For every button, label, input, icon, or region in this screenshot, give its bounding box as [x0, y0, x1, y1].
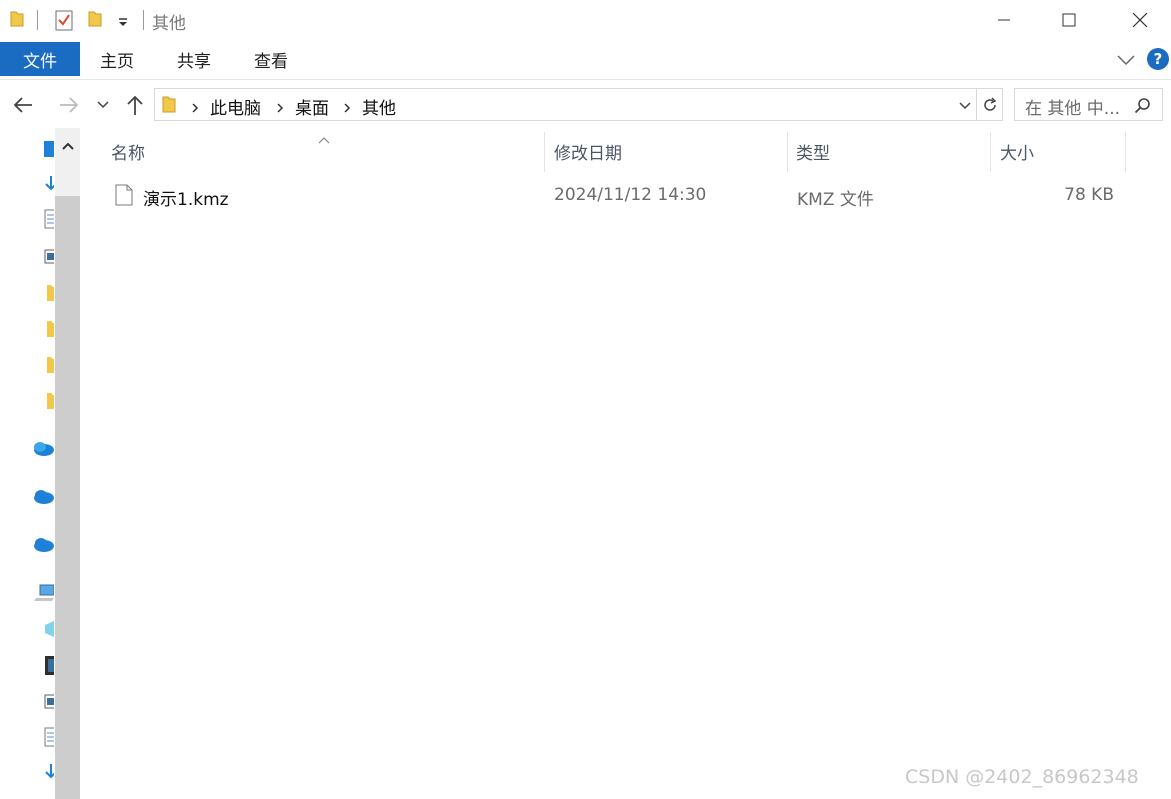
new-folder-icon[interactable] [88, 10, 102, 28]
column-header-size[interactable]: 大小 [1000, 128, 1034, 174]
file-row[interactable]: 演示1.kmz 2024/11/12 14:30 KMZ 文件 78 KB [105, 176, 1125, 216]
documents-icon[interactable] [40, 208, 54, 230]
column-header-name[interactable]: 名称 [111, 128, 145, 174]
pictures-icon[interactable] [40, 691, 54, 713]
breadcrumb-this-pc[interactable]: 此电脑 [210, 94, 261, 119]
expand-ribbon-chevron-icon[interactable] [1116, 52, 1136, 68]
breadcrumb-desktop[interactable]: 桌面 [295, 94, 329, 119]
refresh-button[interactable] [977, 88, 1003, 121]
scroll-up-chevron-icon[interactable] [60, 138, 76, 152]
title-bar: 其他 [0, 0, 1171, 40]
breadcrumb-chevron-icon[interactable] [190, 99, 200, 113]
folder-icon[interactable] [40, 282, 54, 304]
pictures-icon[interactable] [40, 246, 54, 268]
file-modified: 2024/11/12 14:30 [554, 185, 707, 205]
downloads-icon[interactable] [40, 761, 54, 783]
tab-file[interactable]: 文件 [0, 42, 80, 76]
search-placeholder: 在 其他 中... [1025, 99, 1121, 119]
watermark: CSDN @2402_86962348 [905, 766, 1139, 788]
videos-icon[interactable] [40, 654, 54, 676]
recent-locations-chevron-icon[interactable] [95, 97, 111, 113]
breadcrumb-other[interactable]: 其他 [362, 94, 396, 119]
this-pc-icon[interactable] [34, 581, 54, 603]
close-button[interactable] [1117, 0, 1163, 40]
navigation-pane [0, 128, 80, 799]
quick-access-dropdown-icon[interactable] [116, 14, 130, 28]
file-icon [115, 184, 133, 206]
refresh-icon [983, 96, 996, 111]
onedrive-icon[interactable] [32, 534, 54, 556]
forward-arrow-icon[interactable] [58, 94, 80, 116]
onedrive-icon[interactable] [32, 438, 54, 460]
back-arrow-icon[interactable] [12, 94, 34, 116]
help-icon[interactable]: ? [1147, 48, 1169, 70]
column-header-type[interactable]: 类型 [796, 128, 830, 174]
navigation-bar: 此电脑 桌面 其他 在 其他 中... [0, 80, 1171, 128]
up-arrow-icon[interactable] [124, 94, 146, 116]
properties-icon[interactable] [55, 9, 73, 31]
column-divider[interactable] [544, 132, 545, 172]
breadcrumb-chevron-icon[interactable] [275, 99, 285, 113]
maximize-button[interactable] [1046, 0, 1092, 40]
tab-home[interactable]: 主页 [100, 42, 134, 76]
documents-icon[interactable] [40, 726, 54, 748]
onedrive-icon[interactable] [32, 486, 54, 508]
column-header-modified[interactable]: 修改日期 [554, 128, 622, 174]
file-name: 演示1.kmz [143, 190, 229, 210]
3d-objects-icon[interactable] [40, 618, 54, 640]
folder-icon[interactable] [40, 318, 54, 340]
tab-share[interactable]: 共享 [177, 42, 211, 76]
ribbon: 文件 主页 共享 查看 [0, 40, 1171, 80]
address-dropdown-chevron-icon[interactable] [958, 98, 972, 112]
separator [143, 10, 144, 30]
window-title: 其他 [152, 14, 186, 34]
folder-icon [162, 95, 176, 114]
breadcrumb-chevron-icon[interactable] [342, 99, 352, 113]
address-bar[interactable]: 此电脑 桌面 其他 [154, 88, 977, 121]
folder-icon[interactable] [40, 354, 54, 376]
file-list: 名称 修改日期 类型 大小 演示1.kmz 2024/11/12 14:30 K… [80, 128, 1171, 799]
file-size: 78 KB [1064, 185, 1114, 205]
folder-icon [10, 10, 24, 28]
desktop-icon[interactable] [40, 138, 54, 160]
minimize-button[interactable] [981, 0, 1027, 40]
scrollbar-thumb[interactable] [55, 196, 80, 799]
column-divider[interactable] [990, 132, 991, 172]
separator [37, 10, 38, 30]
sort-ascending-icon [317, 130, 331, 144]
search-icon[interactable] [1134, 97, 1152, 115]
column-divider[interactable] [1125, 132, 1126, 172]
tab-view[interactable]: 查看 [254, 42, 288, 76]
search-input[interactable]: 在 其他 中... [1014, 88, 1163, 121]
downloads-icon[interactable] [40, 173, 54, 195]
column-divider[interactable] [787, 132, 788, 172]
file-type: KMZ 文件 [797, 190, 874, 210]
folder-icon[interactable] [40, 390, 54, 412]
